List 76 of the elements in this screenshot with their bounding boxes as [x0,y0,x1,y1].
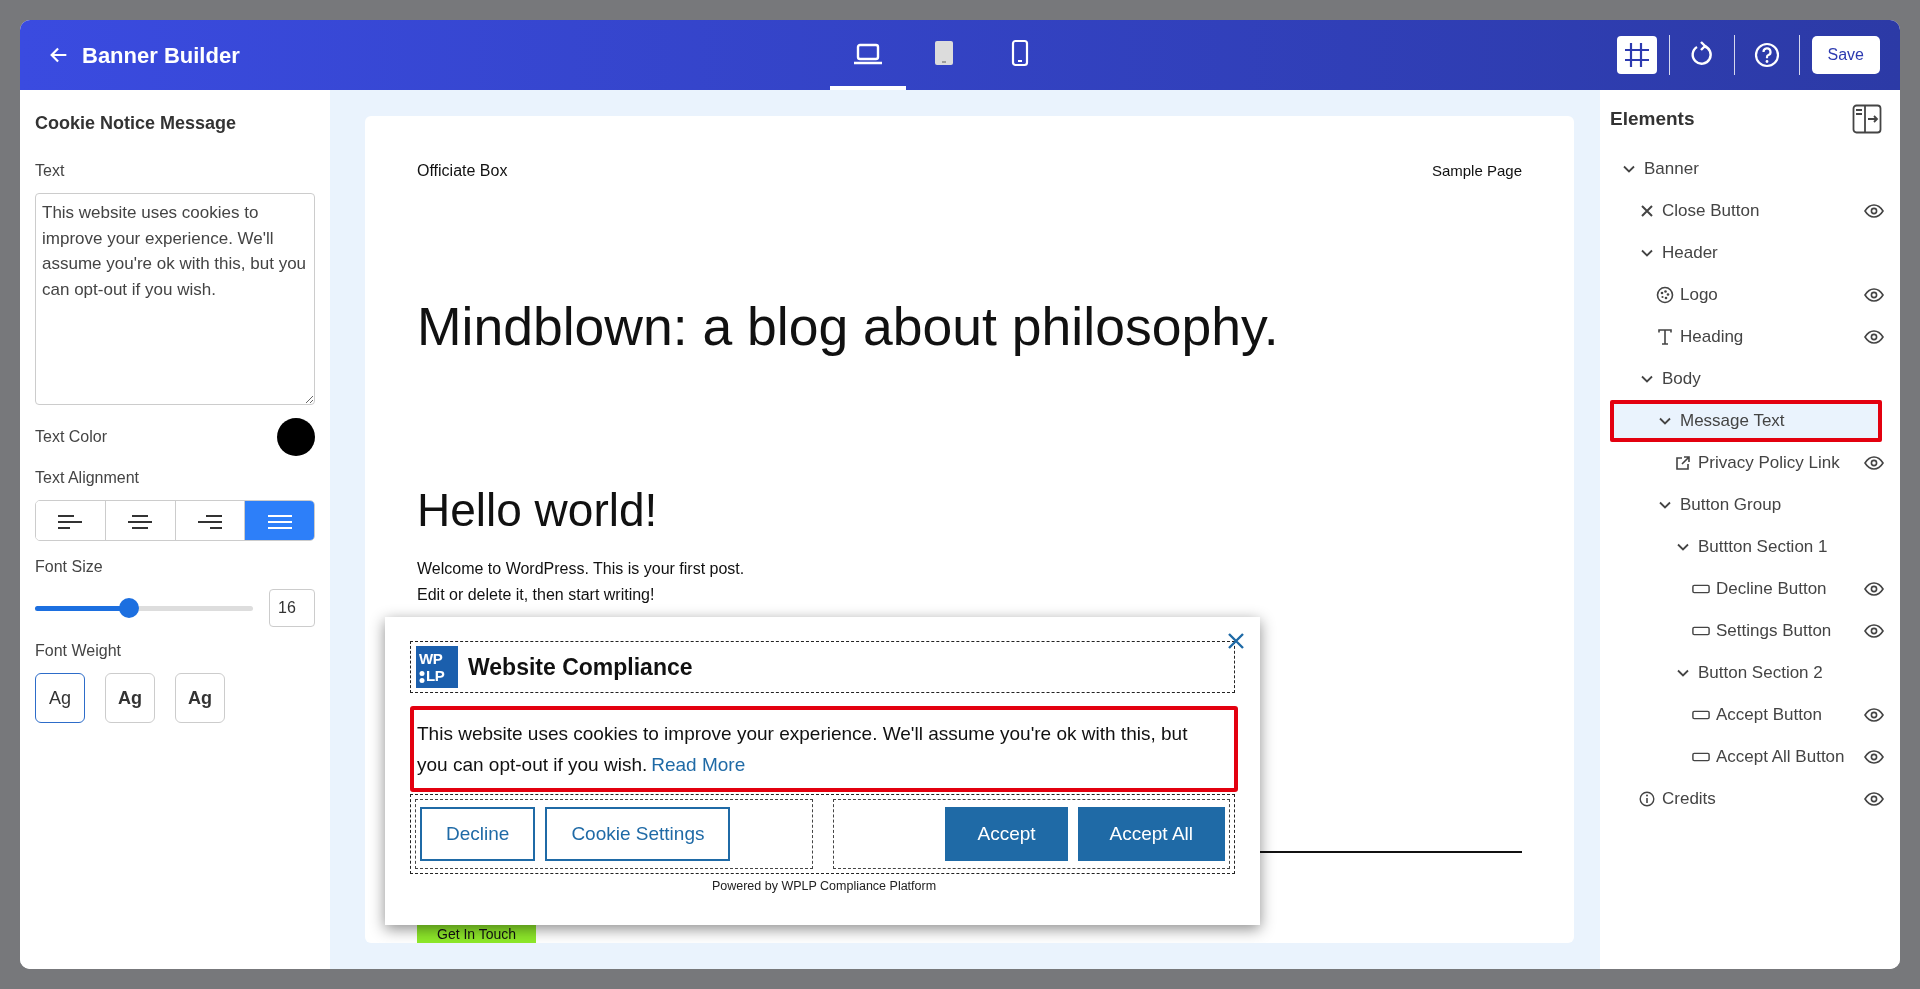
eye-icon[interactable] [1864,708,1884,722]
tree-item[interactable]: Logo [1610,274,1882,316]
eye-icon[interactable] [1864,288,1884,302]
panel-title: Cookie Notice Message [35,112,238,135]
field-label: Text Color [35,427,108,447]
field-label: Text [35,161,66,181]
font-weight-option[interactable]: Ag [175,673,225,723]
eye-icon[interactable] [1864,750,1884,764]
close-icon [1226,631,1246,651]
slider-thumb[interactable] [118,597,139,618]
read-more-link[interactable]: Read More [651,754,746,775]
tree-item[interactable]: Privacy Policy Link [1610,442,1882,484]
help-icon [1752,41,1781,69]
tree-item[interactable]: Decline Button [1610,568,1882,610]
tree-item[interactable]: Message Text [1610,400,1882,442]
save-button[interactable]: Save [1811,36,1880,74]
panel-title: Elements [1610,106,1695,131]
tree-item[interactable]: Heading [1610,316,1882,358]
dots-icon [419,670,426,684]
tree-item[interactable]: Body [1610,358,1882,400]
banner-button[interactable]: Decline [420,807,536,861]
color-swatch[interactable] [277,418,315,456]
post-title: Hello world! [417,483,659,539]
grid-icon [1622,41,1651,69]
hero-heading: Mindblown: a blog about philosophy. [417,296,1280,358]
tree-item[interactable]: Header [1610,232,1882,274]
tree-item[interactable]: Settings Button [1610,610,1882,652]
post-text: Welcome to WordPress. This is your first post. [417,559,746,580]
align-justify-button[interactable] [244,501,314,540]
rectangle-icon [1692,751,1710,763]
nav-link[interactable]: Sample Page [1431,159,1522,183]
credits-link[interactable]: WPLP Compliance Platform [781,879,937,893]
banner-button[interactable]: Accept All [1077,807,1225,861]
tree-item[interactable]: Buttton Section 1 [1610,526,1882,568]
close-icon [1640,204,1654,218]
tree-item[interactable]: Credits [1610,778,1882,820]
external-link-icon [1675,455,1691,471]
font-weight-option[interactable]: Ag [105,673,155,723]
eye-icon[interactable] [1864,582,1884,596]
tablet-icon [932,39,956,67]
eye-icon[interactable] [1864,624,1884,638]
font-size-input[interactable]: 16 [269,589,315,627]
banner-heading: Website Compliance [468,652,693,682]
panel-toggle-icon [1852,104,1882,134]
post-text: Edit or delete it, then start writing! [417,585,656,606]
rectangle-icon [1692,583,1710,595]
tree-item[interactable]: Button Section 2 [1610,652,1882,694]
collapse-panel-button[interactable] [1852,104,1882,134]
banner-button[interactable]: Cookie Settings [545,807,731,861]
rectangle-icon [1692,709,1710,721]
banner-button[interactable]: Accept [945,807,1068,861]
tree-item[interactable]: Accept Button [1610,694,1882,736]
credits-text: Powered by WPLP Compliance Platform [710,878,938,895]
eye-icon[interactable] [1864,330,1884,344]
eye-icon[interactable] [1864,204,1884,218]
field-label: Font Size [35,557,104,577]
font-weight-option[interactable]: Ag [35,673,85,723]
field-label: Text Alignment [35,468,141,488]
field-label: Font Weight [35,641,122,661]
logo: WP LP [416,646,458,688]
info-icon [1639,791,1655,807]
message-textarea[interactable]: This website uses cookies to improve your experience. We'll assume you're ok with this, but you can opt-out if you wish. [35,193,315,405]
phone-icon [1009,39,1031,67]
eye-icon[interactable] [1864,456,1884,470]
page-title: Banner Builder [82,41,240,70]
rectangle-icon [1692,625,1710,637]
tree-item[interactable]: Button Group [1610,484,1882,526]
site-title: Officiate Box [417,161,508,181]
grid-toggle[interactable] [1616,36,1657,74]
tree-item[interactable]: Banner [1610,148,1882,190]
tree-item[interactable]: Accept All Button [1610,736,1882,778]
eye-icon[interactable] [1864,792,1884,806]
palette-icon [1656,286,1674,304]
text-icon [1656,328,1674,346]
message-text: This website uses cookies to improve your experience. We'll assume you're ok with this, but you can opt-out if you wish. Read More [410,706,1238,792]
tree-item[interactable]: Close Button [1610,190,1882,232]
